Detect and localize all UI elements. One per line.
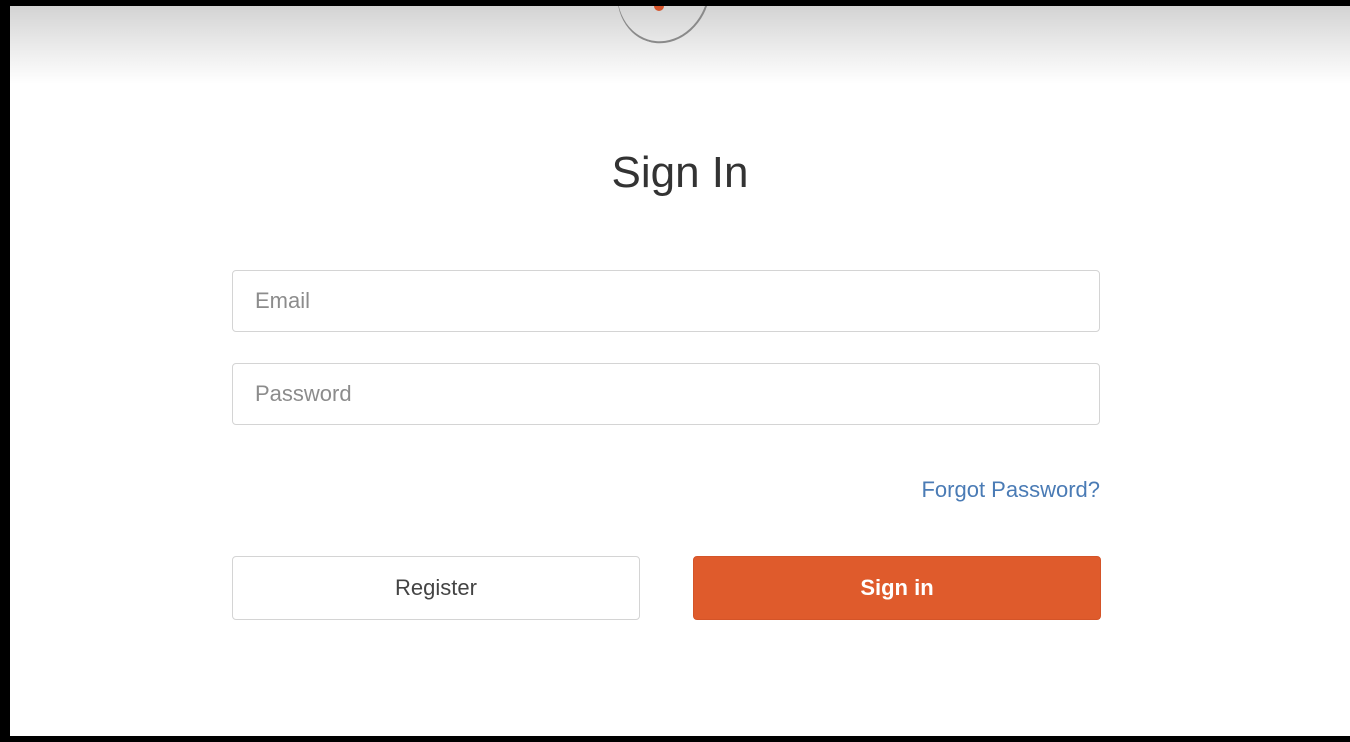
header-strip bbox=[10, 6, 1350, 84]
page-title: Sign In bbox=[611, 148, 749, 197]
login-page: Sign In Forgot Password? Register Sign i… bbox=[10, 6, 1350, 736]
logo-icon bbox=[603, 6, 725, 56]
register-button[interactable]: Register bbox=[232, 556, 640, 620]
forgot-password-link[interactable]: Forgot Password? bbox=[921, 477, 1100, 503]
email-field[interactable] bbox=[232, 270, 1100, 332]
sign-in-button[interactable]: Sign in bbox=[693, 556, 1101, 620]
password-field[interactable] bbox=[232, 363, 1100, 425]
